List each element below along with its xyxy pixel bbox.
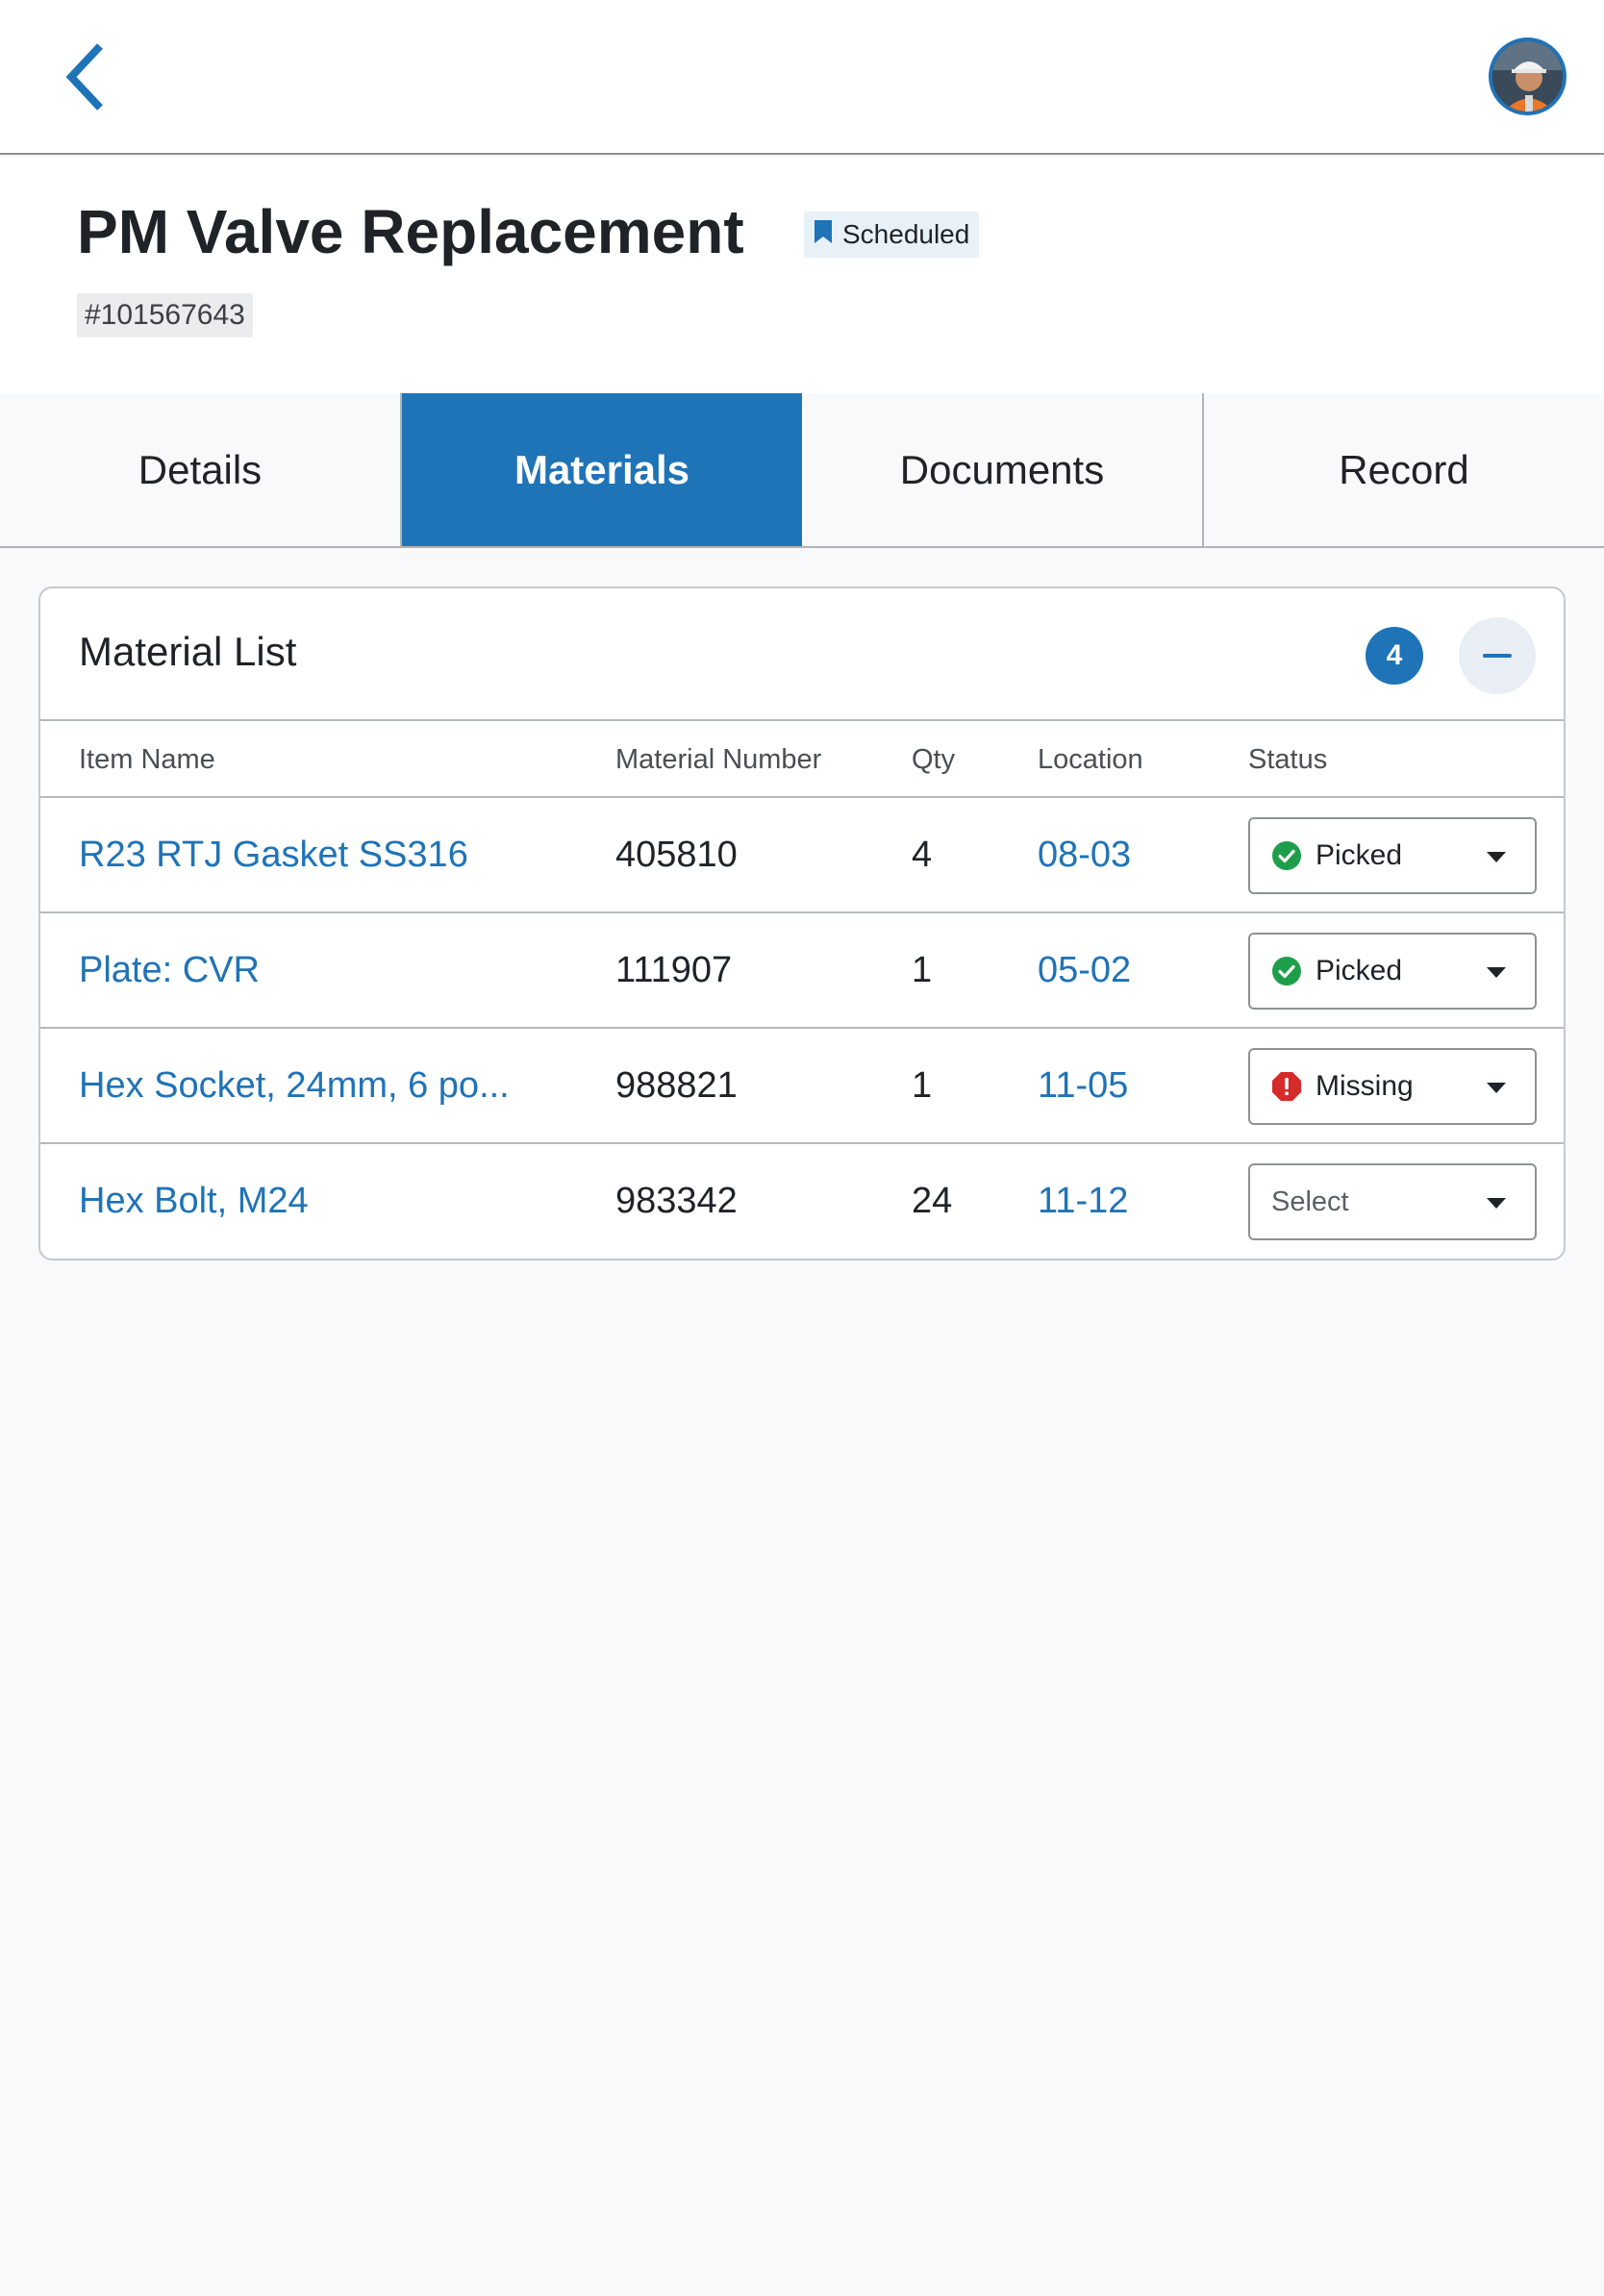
column-header-location: Location bbox=[1038, 744, 1143, 775]
caret-down-icon bbox=[1487, 967, 1506, 978]
column-header-status: Status bbox=[1248, 744, 1328, 775]
material-list-header: Material List 4 bbox=[40, 588, 1564, 721]
check-circle-icon bbox=[1272, 957, 1301, 986]
status-value: Missing bbox=[1316, 1070, 1414, 1102]
status-value: Picked bbox=[1316, 839, 1403, 871]
location-link[interactable]: 05-02 bbox=[1038, 950, 1131, 991]
user-avatar-icon bbox=[1492, 41, 1563, 112]
collapse-button[interactable] bbox=[1459, 617, 1536, 694]
check-circle-icon bbox=[1272, 841, 1301, 870]
material-list-title: Material List bbox=[79, 629, 297, 674]
top-bar bbox=[0, 0, 1604, 155]
status-value: Picked bbox=[1316, 955, 1403, 986]
column-header-material-number: Material Number bbox=[615, 744, 822, 775]
material-number: 988821 bbox=[615, 1065, 738, 1106]
tab-record[interactable]: Record bbox=[1204, 393, 1604, 546]
location-link[interactable]: 11-12 bbox=[1038, 1181, 1128, 1222]
caret-down-icon bbox=[1487, 1083, 1506, 1093]
work-order-header: PM Valve Replacement Scheduled #10156764… bbox=[0, 157, 1604, 393]
material-count-badge: 4 bbox=[1366, 627, 1423, 685]
material-number: 983342 bbox=[615, 1181, 738, 1221]
item-name-link[interactable]: R23 RTJ Gasket SS316 bbox=[79, 835, 468, 876]
quantity: 1 bbox=[912, 950, 933, 990]
status-placeholder: Select bbox=[1271, 1185, 1349, 1217]
status-badge: Scheduled bbox=[804, 212, 980, 258]
alert-octagon-icon bbox=[1272, 1072, 1301, 1101]
location-link[interactable]: 08-03 bbox=[1038, 835, 1131, 876]
tab-bar: Details Materials Documents Record bbox=[0, 393, 1604, 548]
status-dropdown[interactable]: Picked bbox=[1248, 817, 1537, 894]
status-badge-label: Scheduled bbox=[842, 219, 970, 249]
table-header-row: Item Name Material Number Qty Location S… bbox=[40, 721, 1564, 798]
avatar[interactable] bbox=[1489, 37, 1566, 115]
work-order-number: #101567643 bbox=[77, 293, 253, 337]
material-list-card: Material List 4 Item Name Material Numbe… bbox=[38, 586, 1566, 1260]
status-dropdown[interactable]: Select bbox=[1248, 1163, 1537, 1240]
back-button[interactable] bbox=[48, 31, 125, 123]
minus-icon bbox=[1483, 654, 1512, 658]
page-title: PM Valve Replacement bbox=[77, 197, 744, 266]
bookmark-icon bbox=[814, 219, 833, 251]
item-name-link[interactable]: Hex Socket, 24mm, 6 po... bbox=[79, 1065, 510, 1107]
column-header-item-name: Item Name bbox=[79, 744, 215, 775]
item-name-link[interactable]: Hex Bolt, M24 bbox=[79, 1181, 309, 1222]
table-row: Hex Socket, 24mm, 6 po... 988821 1 11-05… bbox=[40, 1029, 1564, 1144]
tab-materials[interactable]: Materials bbox=[402, 393, 802, 546]
chevron-left-icon bbox=[65, 43, 103, 111]
column-header-qty: Qty bbox=[912, 744, 956, 775]
table-row: Hex Bolt, M24 983342 24 11-12 Select bbox=[40, 1144, 1564, 1259]
location-link[interactable]: 11-05 bbox=[1038, 1065, 1128, 1107]
table-row: R23 RTJ Gasket SS316 405810 4 08-03 Pick… bbox=[40, 798, 1564, 913]
caret-down-icon bbox=[1487, 852, 1506, 862]
tab-details[interactable]: Details bbox=[0, 393, 402, 546]
quantity: 24 bbox=[912, 1181, 953, 1221]
material-number: 405810 bbox=[615, 835, 738, 875]
item-name-link[interactable]: Plate: CVR bbox=[79, 950, 260, 991]
table-row: Plate: CVR 111907 1 05-02 Picked bbox=[40, 913, 1564, 1029]
tab-documents[interactable]: Documents bbox=[802, 393, 1204, 546]
status-dropdown[interactable]: Picked bbox=[1248, 933, 1537, 1010]
caret-down-icon bbox=[1487, 1198, 1506, 1209]
quantity: 4 bbox=[912, 835, 933, 875]
material-number: 111907 bbox=[615, 950, 733, 990]
status-dropdown[interactable]: Missing bbox=[1248, 1048, 1537, 1125]
quantity: 1 bbox=[912, 1065, 933, 1106]
